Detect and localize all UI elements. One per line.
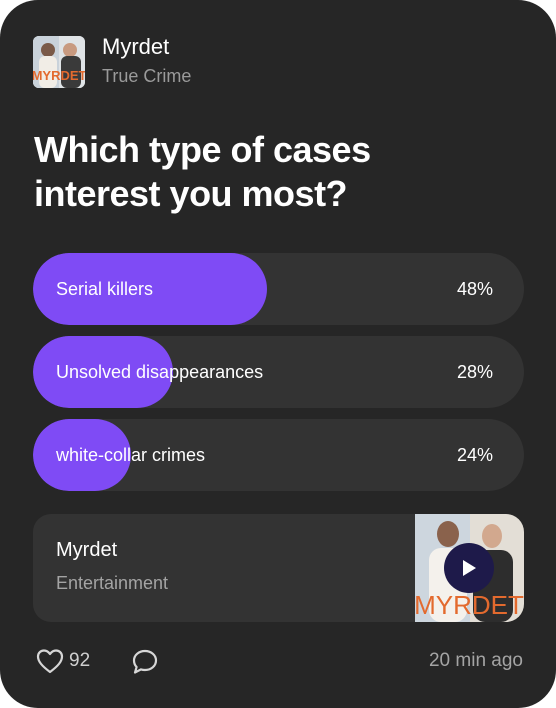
episode-card[interactable]: Myrdet Entertainment MYRDET	[33, 514, 524, 622]
poll-option-serial-killers[interactable]: Serial killers 48%	[33, 253, 524, 325]
poll-option-percent: 48%	[456, 279, 493, 299]
play-button[interactable]	[444, 543, 494, 593]
avatar-cover-text: MYRDET	[33, 68, 85, 83]
comment-button[interactable]	[131, 648, 159, 681]
header-text: Myrdet True Crime	[102, 34, 192, 88]
poll-option-label: Unsolved disappearances	[56, 362, 264, 382]
comment-icon	[132, 649, 158, 674]
like-count: 92	[69, 650, 91, 671]
post-header: MYRDET Myrdet True Crime	[33, 34, 192, 88]
poll-option-label: white-collar crimes	[56, 445, 206, 465]
like-button[interactable]: 92	[36, 648, 90, 674]
poll-option-percent: 24%	[456, 445, 493, 465]
poll-option-white-collar-crimes[interactable]: white-collar crimes 24%	[33, 419, 524, 491]
heart-icon	[36, 649, 64, 674]
poll-question: Which type of cases interest you most?	[34, 129, 371, 214]
play-icon	[463, 560, 476, 576]
episode-subtitle: Entertainment	[56, 573, 169, 593]
podcast-cover-icon[interactable]: MYRDET	[33, 36, 85, 88]
post-timestamp: 20 min ago	[428, 650, 523, 671]
episode-title: Myrdet	[56, 539, 118, 561]
podcast-category: True Crime	[102, 66, 192, 86]
poll-option-unsolved-disappearances[interactable]: Unsolved disappearances 28%	[33, 336, 524, 408]
poll-option-percent: 28%	[456, 362, 493, 382]
poll-option-label: Serial killers	[56, 279, 154, 299]
thumbnail-cover-text: MYRDET	[415, 590, 524, 620]
podcast-title[interactable]: Myrdet	[102, 34, 191, 60]
poll-card: MYRDET Myrdet True Crime Which type of c…	[0, 0, 556, 708]
episode-thumbnail[interactable]: MYRDET	[415, 514, 524, 622]
